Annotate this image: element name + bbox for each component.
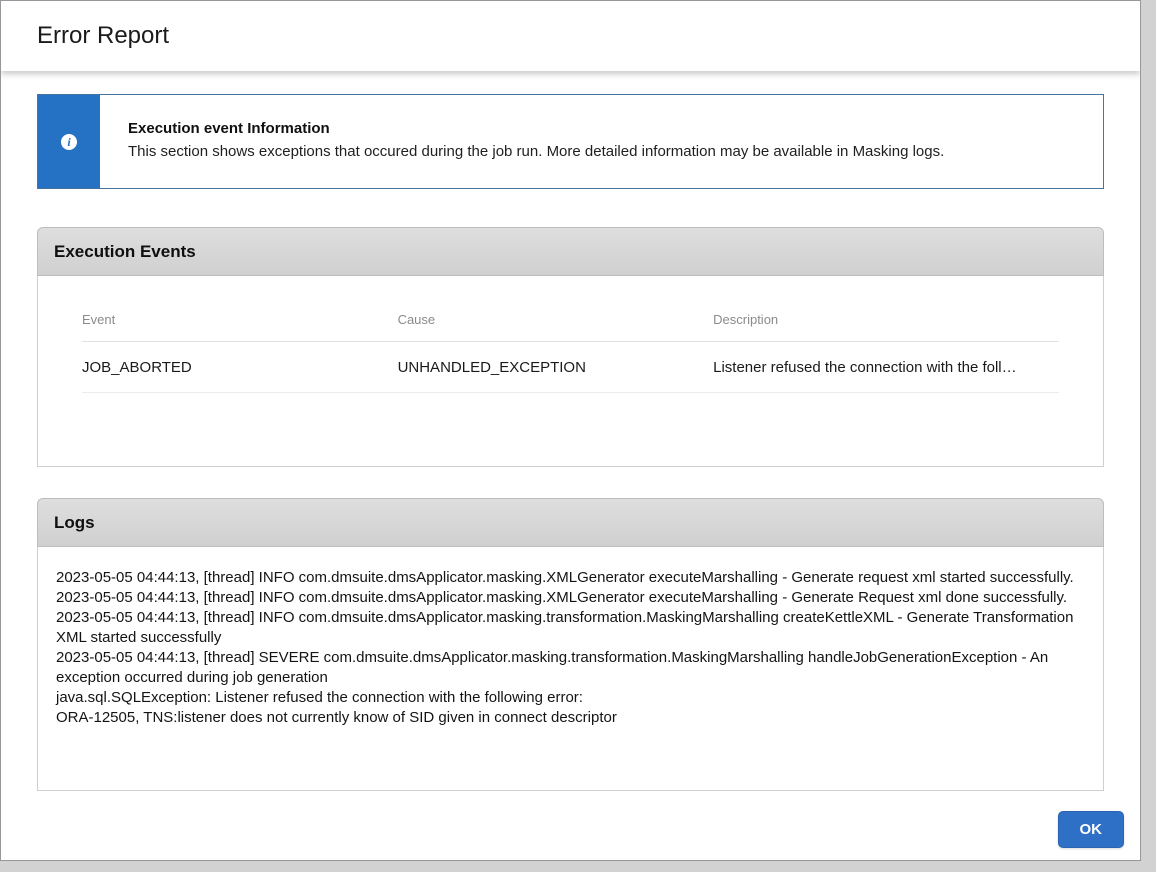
log-line: java.sql.SQLException: Listener refused … bbox=[56, 688, 1085, 708]
error-report-dialog: Error Report i Execution event Informati… bbox=[0, 0, 1141, 861]
log-line: 2023-05-05 04:44:13, [thread] INFO com.d… bbox=[56, 568, 1085, 588]
dialog-header: Error Report bbox=[1, 1, 1140, 71]
dialog-title: Error Report bbox=[37, 22, 1104, 50]
info-banner-text: Execution event Information This section… bbox=[100, 95, 972, 188]
execution-events-section: Execution Events Event Cause Description bbox=[37, 227, 1104, 467]
log-line: 2023-05-05 04:44:13, [thread] INFO com.d… bbox=[56, 608, 1085, 648]
logs-header: Logs bbox=[37, 498, 1104, 547]
event-cell: JOB_ABORTED bbox=[82, 342, 398, 393]
table-row: JOB_ABORTED UNHANDLED_EXCEPTION Listener… bbox=[82, 342, 1059, 393]
log-line: 2023-05-05 04:44:13, [thread] INFO com.d… bbox=[56, 588, 1085, 608]
log-line: 2023-05-05 04:44:13, [thread] SEVERE com… bbox=[56, 648, 1085, 688]
column-header-description: Description bbox=[713, 282, 1059, 342]
info-icon: i bbox=[61, 134, 77, 150]
execution-events-table: Event Cause Description JOB_ABORTED UNHA… bbox=[82, 282, 1059, 393]
column-header-event: Event bbox=[82, 282, 398, 342]
logs-title: Logs bbox=[54, 513, 95, 533]
ok-button[interactable]: OK bbox=[1058, 811, 1125, 848]
dialog-content: i Execution event Information This secti… bbox=[1, 94, 1140, 791]
execution-events-title: Execution Events bbox=[54, 242, 196, 262]
column-header-cause: Cause bbox=[398, 282, 714, 342]
execution-events-body: Event Cause Description JOB_ABORTED UNHA… bbox=[37, 276, 1104, 467]
info-banner-icon-block: i bbox=[38, 95, 100, 188]
info-banner: i Execution event Information This secti… bbox=[37, 94, 1104, 189]
logs-body[interactable]: 2023-05-05 04:44:13, [thread] INFO com.d… bbox=[37, 547, 1104, 791]
description-cell: Listener refused the connection with the… bbox=[713, 342, 1059, 393]
execution-events-header: Execution Events bbox=[37, 227, 1104, 276]
dialog-footer: OK bbox=[1, 791, 1140, 848]
cause-cell: UNHANDLED_EXCEPTION bbox=[398, 342, 714, 393]
table-header-row: Event Cause Description bbox=[82, 282, 1059, 342]
logs-section: Logs 2023-05-05 04:44:13, [thread] INFO … bbox=[37, 498, 1104, 791]
info-banner-title: Execution event Information bbox=[128, 120, 944, 137]
log-line: ORA-12505, TNS:listener does not current… bbox=[56, 708, 1085, 728]
info-banner-description: This section shows exceptions that occur… bbox=[128, 143, 944, 160]
